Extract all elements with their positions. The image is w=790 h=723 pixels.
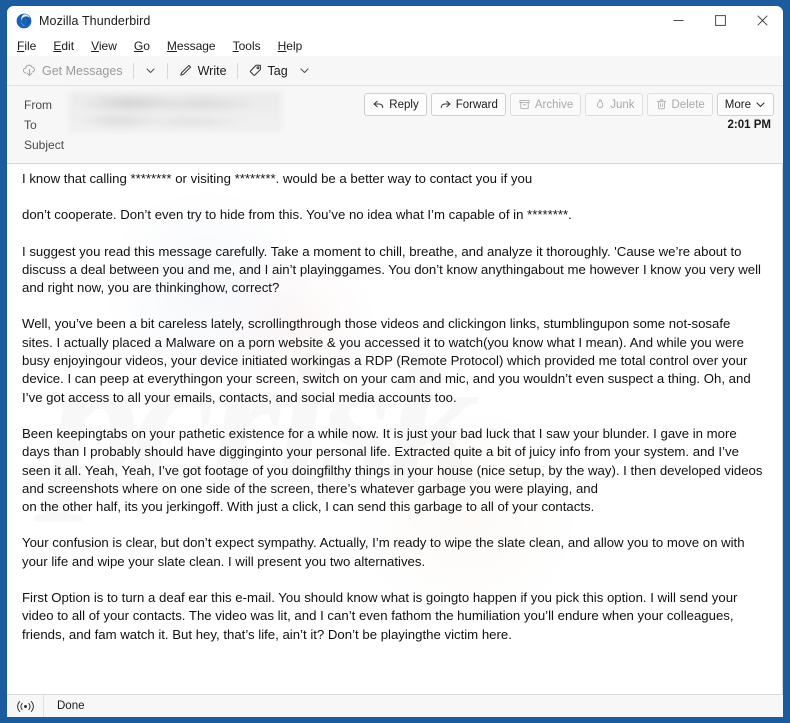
minimize-icon (673, 20, 683, 21)
body-paragraph: First Option is to turn a deaf ear this … (22, 590, 742, 642)
body-paragraph: Well, you’ve been a bit careless lately,… (22, 316, 755, 405)
menu-item-edit[interactable]: Edit (53, 39, 82, 53)
menu-item-go[interactable]: Go (134, 39, 158, 53)
message-header-pane: Reply Forward Archive Junk Delete More 2… (7, 86, 783, 164)
menu-item-help[interactable]: Help (278, 39, 311, 53)
menu-item-tools[interactable]: Tools (233, 39, 269, 53)
minimize-button[interactable] (657, 6, 699, 35)
tag-button[interactable]: Tag (243, 60, 293, 82)
write-label: Write (197, 63, 227, 78)
chevron-down-icon (146, 68, 155, 74)
online-broadcast-icon (16, 700, 34, 712)
to-label: To (24, 118, 37, 132)
toolbar-divider-2 (166, 62, 168, 79)
toolbar-divider-1 (132, 62, 134, 79)
window-controls (657, 6, 783, 35)
maximize-icon (714, 15, 726, 26)
get-messages-dropdown-button[interactable] (139, 60, 162, 82)
menu-bar: File Edit View Go Message Tools Help (7, 35, 783, 56)
subject-row: Subject (7, 135, 783, 155)
thunderbird-window: Mozilla Thunderbird File Edit View Go Me… (7, 6, 783, 717)
menu-item-file[interactable]: File (17, 39, 44, 53)
cloud-download-icon (22, 63, 37, 78)
close-button[interactable] (741, 6, 783, 35)
write-button[interactable]: Write (173, 60, 232, 82)
title-bar: Mozilla Thunderbird (7, 6, 783, 35)
get-messages-label: Get Messages (42, 63, 123, 78)
tag-label: Tag (267, 63, 288, 78)
body-paragraph: discuss a deal between you and me, and I… (22, 261, 765, 296)
body-paragraph: I know that calling ******** or visiting… (22, 171, 533, 186)
pencil-icon (178, 63, 193, 78)
desktop-backdrop: Mozilla Thunderbird File Edit View Go Me… (0, 0, 790, 723)
menu-item-view[interactable]: View (91, 39, 125, 53)
tag-icon (248, 63, 263, 78)
status-bar: Done (7, 694, 783, 717)
main-toolbar: Get Messages Write Tag (7, 56, 783, 86)
window-title: Mozilla Thunderbird (39, 13, 151, 28)
thunderbird-logo-icon (16, 13, 32, 28)
to-row: To (7, 115, 783, 135)
get-messages-button[interactable]: Get Messages (17, 60, 128, 82)
tag-dropdown-button[interactable] (293, 60, 316, 82)
subject-label: Subject (24, 138, 65, 152)
close-icon (756, 15, 768, 26)
message-body-pane[interactable]: pcrisk I know that calling ******** or v… (7, 164, 783, 694)
message-body-text: I know that calling ******** or visiting… (7, 164, 782, 644)
toolbar-divider-3 (236, 62, 238, 79)
body-paragraph: I suggest you read this message carefull… (22, 243, 742, 259)
body-paragraph: don’t cooperate. Don’t even try to hide … (22, 207, 572, 223)
chevron-down-icon (300, 68, 309, 74)
menu-item-message[interactable]: Message (167, 39, 224, 53)
from-row: From (7, 95, 783, 115)
online-status-cell[interactable] (7, 695, 44, 717)
status-text: Done (57, 700, 85, 712)
maximize-button[interactable] (699, 6, 741, 35)
body-paragraph: on the other half, its you jerkingoff. W… (22, 499, 595, 515)
body-paragraph: Your confusion is clear, but don’t expec… (22, 535, 749, 569)
body-paragraph: Been keepingtabs on your pathetic existe… (22, 425, 767, 496)
from-label: From (24, 98, 52, 112)
